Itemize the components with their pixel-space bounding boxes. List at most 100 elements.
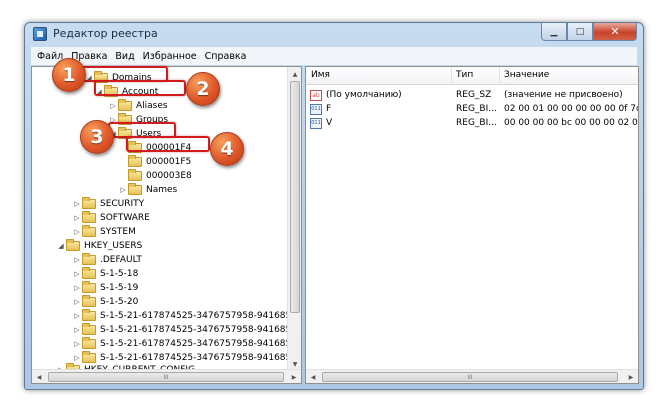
tree-item-s-1-5-18[interactable]: ▷ S-1-5-18 — [72, 267, 138, 281]
column-type-header[interactable]: Тип — [456, 70, 473, 80]
expand-arrow-icon[interactable]: ▷ — [118, 186, 128, 194]
close-button[interactable]: ✕ — [593, 23, 637, 41]
expand-arrow-icon[interactable]: ▷ — [72, 326, 82, 334]
step-badge-2: 2 — [186, 72, 220, 106]
values-horizontal-scrollbar[interactable]: ◀ III ▶ — [306, 369, 638, 383]
scroll-right-icon[interactable]: ▶ — [287, 370, 301, 383]
folder-icon — [82, 351, 96, 363]
scroll-thumb[interactable] — [290, 81, 300, 313]
title-bar[interactable]: Редактор реестра ▁ □ ✕ — [25, 23, 643, 45]
folder-icon — [82, 323, 96, 335]
value-data: 02 00 01 00 00 00 00 00 0f 7d cd e1 — [504, 104, 638, 114]
scroll-left-icon[interactable]: ◀ — [32, 370, 46, 383]
tree-item-label: SECURITY — [100, 199, 145, 209]
expand-arrow-icon[interactable]: ▷ — [72, 214, 82, 222]
expand-arrow-icon[interactable]: ▷ — [72, 284, 82, 292]
tree-item-label: Names — [146, 185, 178, 195]
tree-item-label: SOFTWARE — [100, 213, 150, 223]
tree-item-sid-1[interactable]: ▷ S-1-5-21-617874525-3476757958-94168598… — [72, 309, 301, 323]
column-divider[interactable] — [499, 67, 500, 85]
tree-item-sid-2[interactable]: ▷ S-1-5-21-617874525-3476757958-94168598… — [72, 323, 301, 337]
regedit-app-icon — [33, 27, 47, 41]
value-name: (По умолчанию) — [326, 90, 402, 100]
tree-vertical-scrollbar[interactable]: ▲ ▼ — [287, 67, 301, 371]
folder-icon — [128, 169, 142, 181]
binary-value-icon: 011 — [310, 104, 322, 115]
values-column-header: Имя Тип Значение — [306, 67, 638, 85]
value-name: V — [326, 118, 333, 128]
value-row-f[interactable]: 011 F REG_BI... 02 00 01 00 00 00 00 00 … — [310, 103, 638, 117]
tree-item-label: S-1-5-19 — [100, 283, 139, 293]
menu-bar: Файл Правка Вид Избранное Справка — [31, 47, 637, 65]
window-controls: ▁ □ ✕ — [541, 23, 637, 41]
tree-item-label: HKEY_USERS — [84, 241, 143, 251]
minimize-button[interactable]: ▁ — [541, 23, 567, 41]
folder-icon — [82, 337, 96, 349]
tree-item-label: S-1-5-20 — [100, 297, 139, 307]
value-row-default[interactable]: ab (По умолчанию) REG_SZ (значение не пр… — [310, 89, 638, 103]
tree-item-label: S-1-5-18 — [100, 269, 139, 279]
menu-favorites[interactable]: Избранное — [139, 51, 201, 62]
expand-arrow-icon[interactable]: ▷ — [72, 200, 82, 208]
column-name-header[interactable]: Имя — [311, 70, 330, 80]
step-badge-4: 4 — [210, 132, 244, 166]
tree-item-s-1-5-19[interactable]: ▷ S-1-5-19 — [72, 281, 138, 295]
scroll-left-icon[interactable]: ◀ — [306, 370, 320, 383]
collapse-arrow-icon[interactable]: ◢ — [56, 242, 66, 250]
column-data-header[interactable]: Значение — [504, 70, 549, 80]
value-data: (значение не присвоено) — [504, 90, 623, 100]
string-value-icon: ab — [310, 90, 322, 101]
scroll-thumb[interactable]: III — [322, 372, 618, 382]
scroll-thumb[interactable]: III — [48, 372, 284, 382]
expand-arrow-icon[interactable]: ▷ — [72, 340, 82, 348]
highlight-account — [94, 80, 186, 96]
expand-arrow-icon[interactable]: ▷ — [108, 102, 118, 110]
tree-item-s-1-5-20[interactable]: ▷ S-1-5-20 — [72, 295, 138, 309]
step-badge-3: 3 — [80, 120, 114, 154]
expand-arrow-icon[interactable]: ▷ — [72, 354, 82, 362]
tree-item-000001f5[interactable]: 000001F5 — [128, 155, 191, 169]
scroll-right-icon[interactable]: ▶ — [624, 370, 638, 383]
expand-arrow-icon[interactable]: ▷ — [72, 312, 82, 320]
expand-arrow-icon[interactable]: ▷ — [72, 298, 82, 306]
tree-item-label: .DEFAULT — [100, 255, 142, 265]
menu-view[interactable]: Вид — [111, 51, 138, 62]
tree-item-aliases[interactable]: ▷ Aliases — [108, 99, 168, 113]
values-pane[interactable]: Имя Тип Значение ab (По умолчанию) REG_S… — [305, 66, 639, 384]
expand-arrow-icon[interactable]: ▷ — [72, 256, 82, 264]
menu-help[interactable]: Справка — [201, 51, 251, 62]
folder-icon — [82, 309, 96, 321]
tree-item-system[interactable]: ▷ SYSTEM — [72, 225, 136, 239]
tree-item-label: Aliases — [136, 101, 168, 111]
value-data: 00 00 00 00 bc 00 00 00 02 00 01 00 — [504, 118, 638, 128]
step-badge-1: 1 — [52, 58, 86, 92]
tree-item-label: S-1-5-21-617874525-3476757958-941685982-… — [100, 311, 301, 321]
tree-item-label: 000001F5 — [146, 157, 192, 167]
tree-item-software[interactable]: ▷ SOFTWARE — [72, 211, 150, 225]
column-divider[interactable] — [451, 67, 452, 85]
value-row-v[interactable]: 011 V REG_BI... 00 00 00 00 bc 00 00 00 … — [310, 117, 638, 131]
window-title: Редактор реестра — [53, 27, 158, 40]
tree-item-security[interactable]: ▷ SECURITY — [72, 197, 144, 211]
registry-tree-pane[interactable]: ◢ Domains ◢ Account ▷ Aliases ▷ Groups ◢… — [31, 66, 302, 384]
tree-item-default[interactable]: ▷ .DEFAULT — [72, 253, 142, 267]
expand-arrow-icon[interactable]: ▷ — [72, 270, 82, 278]
folder-icon — [82, 253, 96, 265]
tree-item-label: S-1-5-21-617874525-3476757958-941685982-… — [100, 353, 301, 363]
tree-item-hkey-users[interactable]: ◢ HKEY_USERS — [56, 239, 142, 253]
folder-icon — [82, 267, 96, 279]
tree-item-sid-3[interactable]: ▷ S-1-5-21-617874525-3476757958-94168598… — [72, 337, 301, 351]
expand-arrow-icon[interactable]: ▷ — [72, 228, 82, 236]
tree-item-000003e8[interactable]: 000003E8 — [128, 169, 192, 183]
value-type: REG_SZ — [456, 90, 492, 100]
tree-horizontal-scrollbar[interactable]: ◀ III ▶ — [32, 369, 301, 383]
folder-icon — [82, 295, 96, 307]
tree-item-label: S-1-5-21-617874525-3476757958-941685982-… — [100, 325, 301, 335]
tree-item-label: SYSTEM — [100, 227, 136, 237]
maximize-button[interactable]: □ — [567, 23, 593, 41]
scroll-up-icon[interactable]: ▲ — [288, 67, 301, 81]
folder-icon — [82, 211, 96, 223]
value-name: F — [326, 104, 332, 114]
folder-icon — [128, 183, 142, 195]
tree-item-names[interactable]: ▷ Names — [118, 183, 177, 197]
